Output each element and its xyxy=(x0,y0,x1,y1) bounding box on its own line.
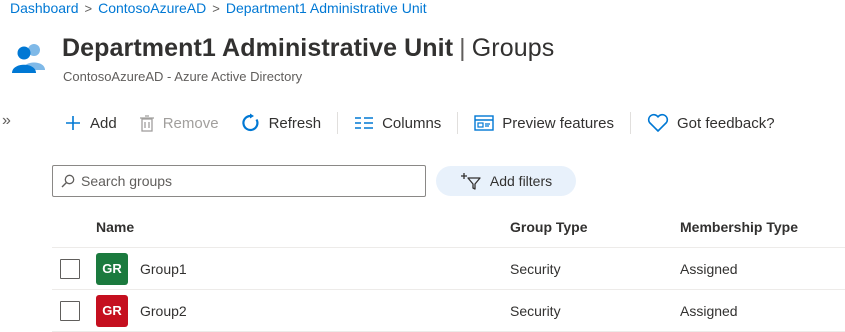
add-label: Add xyxy=(90,114,117,132)
row-checkbox[interactable] xyxy=(60,258,80,279)
column-header-name[interactable]: Name xyxy=(96,219,510,235)
row-check-cell xyxy=(52,300,96,321)
page-subtitle: ContosoAzureAD - Azure Active Directory xyxy=(63,69,303,84)
column-header-membership-type[interactable]: Membership Type xyxy=(680,219,840,235)
plus-icon xyxy=(66,116,80,130)
feedback-label: Got feedback? xyxy=(677,114,775,132)
page-section: Groups xyxy=(471,34,555,62)
table-row[interactable]: GR Group2 Security Assigned xyxy=(52,290,845,332)
group-type-cell: Security xyxy=(510,260,561,277)
feedback-button[interactable]: Got feedback? xyxy=(643,113,779,133)
page-header: Department1 Administrative Unit | Groups C… xyxy=(10,34,554,84)
search-box xyxy=(52,165,426,197)
trash-icon xyxy=(139,115,154,132)
group-name[interactable]: Group2 xyxy=(140,303,187,319)
heart-icon xyxy=(647,113,669,132)
breadcrumb: Dashboard > ContosoAzureAD > Department1… xyxy=(10,0,427,16)
group-avatar: GR xyxy=(96,252,128,285)
table-row[interactable]: GR Group1 Security Assigned xyxy=(52,248,845,290)
membership-type-cell: Assigned xyxy=(680,260,738,277)
preview-features-button[interactable]: Preview features xyxy=(470,115,618,132)
membership-type-cell: Assigned xyxy=(680,302,738,319)
preview-label: Preview features xyxy=(502,114,614,132)
refresh-button[interactable]: Refresh xyxy=(237,113,326,133)
add-filters-button[interactable]: Add filters xyxy=(436,166,576,196)
remove-label: Remove xyxy=(162,114,219,132)
add-filters-label: Add filters xyxy=(489,173,553,189)
search-input[interactable] xyxy=(81,173,411,189)
page-title: Department1 Administrative Unit | Groups xyxy=(62,34,554,63)
breadcrumb-contosoazuread[interactable]: ContosoAzureAD xyxy=(98,0,206,16)
row-check-cell xyxy=(52,258,96,279)
group-type-cell: Security xyxy=(510,302,561,319)
table-header-row: Name Group Type Membership Type xyxy=(52,206,845,248)
users-group-icon xyxy=(10,38,48,76)
breadcrumb-dashboard[interactable]: Dashboard xyxy=(10,0,79,16)
group-avatar: GR xyxy=(96,294,128,327)
columns-button[interactable]: Columns xyxy=(350,115,445,132)
preview-icon xyxy=(474,115,494,131)
name-cell: GR Group1 xyxy=(96,252,510,285)
refresh-icon xyxy=(241,113,259,132)
add-button[interactable]: Add xyxy=(60,114,121,132)
columns-icon xyxy=(355,117,374,129)
page-title-text: Department1 Administrative Unit xyxy=(62,34,454,62)
chevron-right-icon: > xyxy=(212,0,220,16)
chevron-right-icon: > xyxy=(84,0,93,16)
remove-button[interactable]: Remove xyxy=(135,114,223,132)
search-icon xyxy=(61,174,75,188)
add-filter-icon xyxy=(460,173,481,190)
group-name[interactable]: Group1 xyxy=(140,261,187,277)
columns-label: Columns xyxy=(382,114,442,132)
toolbar-divider xyxy=(630,112,631,134)
breadcrumb-department1[interactable]: Department1 Administrative Unit xyxy=(226,0,427,16)
toolbar-divider xyxy=(337,112,339,134)
refresh-label: Refresh xyxy=(268,114,322,132)
title-separator: | xyxy=(459,34,466,62)
command-bar: Add Remove Refresh Columns Preview featu… xyxy=(60,108,779,138)
column-header-group-type[interactable]: Group Type xyxy=(510,219,680,235)
name-cell: GR Group2 xyxy=(96,294,510,327)
expand-menu-icon[interactable]: » xyxy=(2,112,11,130)
row-checkbox[interactable] xyxy=(60,300,80,321)
toolbar-divider xyxy=(457,112,459,134)
